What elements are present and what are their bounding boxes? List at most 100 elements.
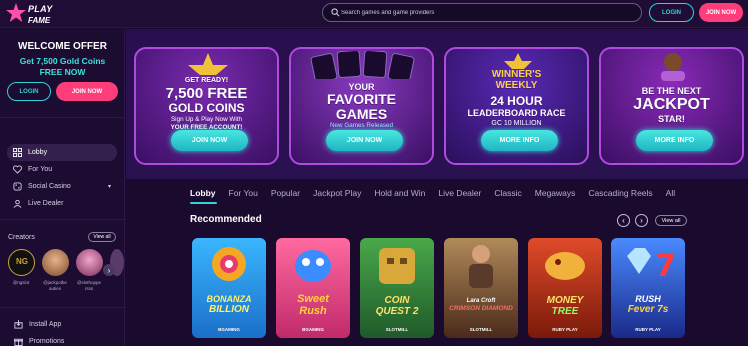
svg-text:7: 7 [655,249,675,284]
search-bar[interactable] [322,3,642,22]
banner-line3: GAMES [335,106,388,122]
category-tabs: Lobby For You Popular Jackpot Play Hold … [190,188,688,200]
tab-jackpot-play[interactable]: Jackpot Play [313,188,361,200]
creator-avatar[interactable]: NG [8,249,35,276]
game-title-line2: TREE [551,306,579,317]
promo-banner-leaderboard[interactable]: WINNER'S WEEKLY 24 HOUR LEADERBOARD RACE… [444,47,589,165]
banner-more-info-button[interactable]: MORE INFO [481,130,558,151]
welcome-title: WELCOME OFFER [18,41,107,52]
banner-sub1: GC 10 MILLION [491,120,542,127]
banner-line4: LEADERBOARD RACE [467,108,566,118]
login-button[interactable]: LOGIN [649,3,694,22]
tab-all[interactable]: All [666,188,675,200]
banner-sub1: Sign Up & Play Now With [170,116,243,123]
promo-banner-jackpot[interactable]: BE THE NEXT JACKPOT STAR! MORE INFO [599,47,744,165]
tab-classic[interactable]: Classic [494,188,521,200]
tab-megaways[interactable]: Megaways [535,188,576,200]
game-tile-bonanza-billion[interactable]: BONANZA BILLION BGAMING [192,238,266,338]
playing-cards-icon [310,51,415,79]
install-app-link[interactable]: Install App [14,320,61,329]
game-tile-coin-quest-2[interactable]: COIN QUEST 2 SLOTMILL [360,238,434,338]
game-tile-rush-fever-7s[interactable]: 7 RUSH Fever 7s RUBY PLAY [611,238,685,338]
chevron-right-icon: › [640,216,643,225]
chevron-right-icon: › [107,265,111,275]
sidebar-join-now-button[interactable]: JOIN NOW [56,82,118,101]
game-title-line2: Fever 7s [627,304,669,315]
sidebar-item-social-casino[interactable]: Social Casino ▾ [7,178,117,195]
welcome-offer: Get 7,500 Gold Coins FREE NOW [0,56,125,78]
heart-icon [13,165,22,174]
join-now-button[interactable]: JOIN NOW [699,3,743,22]
tab-for-you[interactable]: For You [229,188,258,200]
tab-lobby[interactable]: Lobby [190,188,216,200]
promo-banner-favorite-games[interactable]: YOUR FAVORITE GAMES New Games Released E… [289,47,434,165]
search-input[interactable] [341,5,631,20]
tab-popular[interactable]: Popular [271,188,300,200]
banner-join-now-button[interactable]: JOIN NOW [171,130,248,151]
game-title-line2: BILLION [209,304,249,315]
social-casino-icon [13,182,22,191]
promotions-label: Promotions [29,338,65,345]
sidebar-item-label: Live Dealer [28,200,64,207]
banner-line3: GOLD COINS [168,101,245,115]
banner-line1: BE THE NEXT [641,86,702,96]
welcome-offer-line2: FREE NOW [39,67,86,77]
banner-sub1: New Games Released [330,122,393,129]
banner-line3: STAR! [658,114,685,124]
game-title-line1: COIN [384,295,410,306]
game-title-line2: QUEST 2 [375,306,419,317]
creator-monogram: NG [16,257,28,266]
tab-cascading-reels[interactable]: Cascading Reels [588,188,652,200]
promo-banner-gold-coins[interactable]: GET READY! 7,500 FREE GOLD COINS Sign Up… [134,47,279,165]
creator-avatar[interactable] [76,249,103,276]
creator-avatar[interactable] [42,249,69,276]
game-title-line1: RUSH [635,294,661,304]
recommended-view-all-button[interactable]: View all [655,215,687,226]
logo-sub: FAME [28,16,51,25]
game-title-line1: Sweet [297,293,329,305]
live-dealer-icon [13,199,22,208]
sidebar-item-live-dealer[interactable]: Live Dealer [7,195,117,212]
carousel-prev-button[interactable]: ‹ [617,214,630,227]
star-logo-icon [6,3,26,22]
banner-line2: FAVORITE [327,91,396,107]
creators-view-all-button[interactable]: View all [88,232,116,242]
dragon-icon [545,252,585,280]
game-provider: BGAMING [302,327,324,332]
sidebar-item-for-you[interactable]: For You [7,161,117,178]
promotions-link[interactable]: Promotions [14,337,64,346]
active-tab-indicator [190,202,217,204]
creators-label: Creators [8,234,35,241]
game-title-line1: BONANZA [206,294,252,304]
chevron-down-icon[interactable]: ▾ [108,183,111,190]
game-title-line2: Rush [299,305,327,317]
game-provider: SLOTMILL [469,327,493,332]
logo[interactable]: PLAY FAME [6,2,70,26]
sidebar-item-label: Social Casino [28,183,71,190]
sidebar-login-button[interactable]: LOGIN [7,82,51,101]
banner-join-now-button[interactable]: JOIN NOW [326,130,403,151]
banner-more-info-button[interactable]: MORE INFO [636,130,713,151]
golden-mask-icon [379,248,415,284]
search-icon [331,8,340,17]
banner-line3: 24 HOUR [490,94,543,108]
game-tile-sweet-rush[interactable]: Sweet Rush BGAMING [276,238,350,338]
promotions-icon [14,338,23,346]
game-tile-lara-croft[interactable]: Lara Croft CRIMSON DIAMOND SLOTMILL [444,238,518,338]
carousel-next-button[interactable]: › [635,214,648,227]
creator-name: @slothoppe rsss [76,280,102,291]
install-app-label: Install App [29,321,62,328]
recommended-title: Recommended [190,214,262,225]
sidebar-item-lobby[interactable]: Lobby [7,144,117,161]
banner-line2: 7,500 FREE [165,85,248,102]
crown-icon [188,53,228,75]
tab-hold-and-win[interactable]: Hold and Win [374,188,425,200]
banner-line2: WEEKLY [495,80,538,91]
promo-banners: GET READY! 7,500 FREE GOLD COINS Sign Up… [126,29,748,179]
game-tile-money-tree[interactable]: MONEY TREE RUBY PLAY [528,238,602,338]
flower-icon [212,247,246,281]
creators-next-button[interactable]: › [103,264,115,276]
banner-line2: JACKPOT [633,96,710,113]
game-title-line1: MONEY [546,295,584,306]
tab-live-dealer[interactable]: Live Dealer [438,188,481,200]
